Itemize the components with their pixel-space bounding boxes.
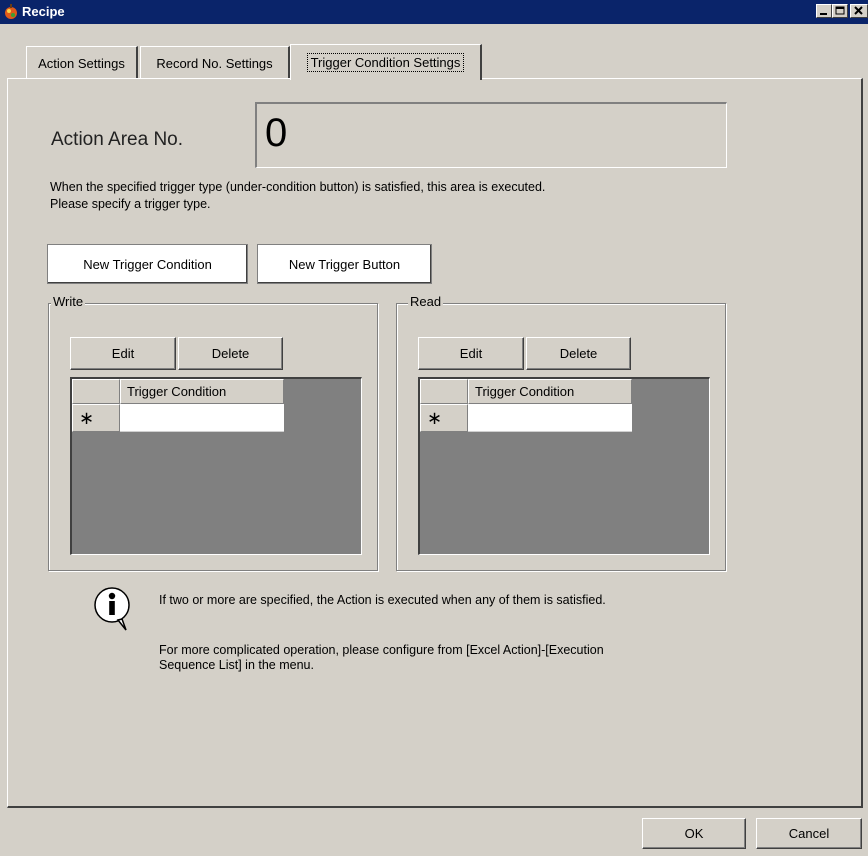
tab-label: Action Settings xyxy=(38,55,125,71)
minimize-icon[interactable] xyxy=(816,4,832,18)
tab-panel xyxy=(7,78,863,808)
recipe-app-icon[interactable] xyxy=(3,4,19,20)
maximize-icon[interactable] xyxy=(832,4,848,18)
close-icon[interactable] xyxy=(850,4,868,18)
ok-button[interactable]: OK xyxy=(642,818,746,849)
tab-action-settings[interactable]: Action Settings xyxy=(26,46,138,79)
tab-label: Record No. Settings xyxy=(156,55,273,71)
window-title: Recipe xyxy=(22,4,65,19)
tab-label: Trigger Condition Settings xyxy=(306,53,465,72)
cancel-button[interactable]: Cancel xyxy=(756,818,862,849)
tab-record-no-settings[interactable]: Record No. Settings xyxy=(140,46,290,79)
tab-trigger-condition-settings[interactable]: Trigger Condition Settings xyxy=(290,44,482,80)
title-bar[interactable] xyxy=(0,0,868,24)
